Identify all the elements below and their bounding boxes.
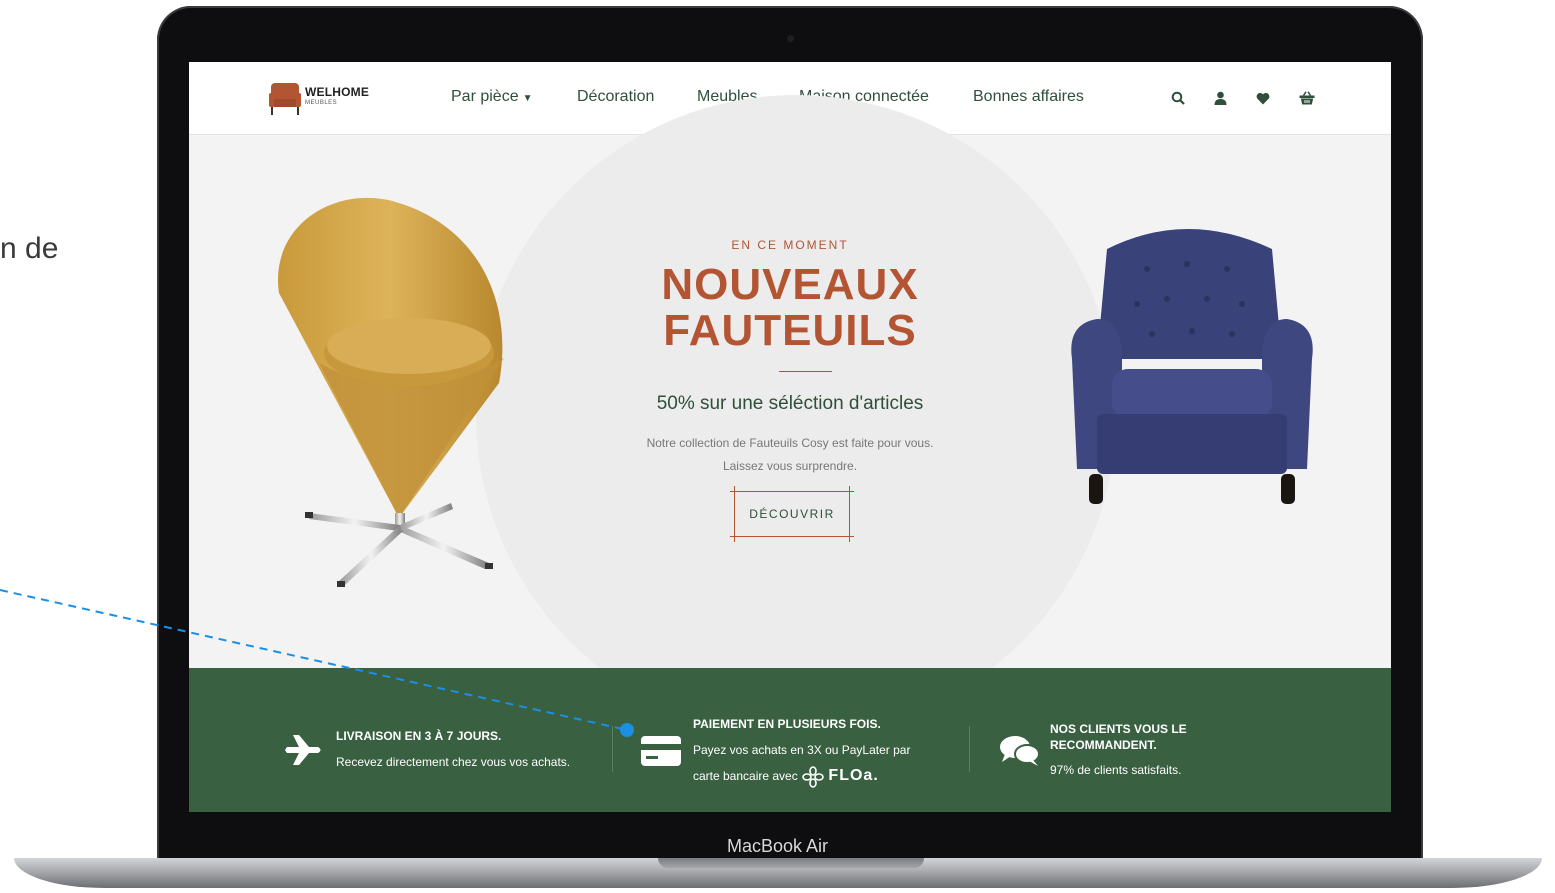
annotation-dot	[620, 723, 634, 737]
annotation-dashed-line	[0, 589, 634, 737]
